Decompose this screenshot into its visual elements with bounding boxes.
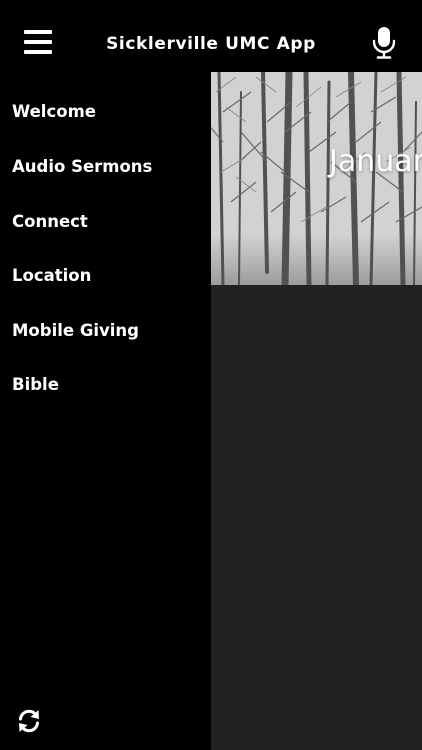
nav-item-mobile-giving[interactable]: Mobile Giving xyxy=(12,321,139,340)
refresh-icon[interactable] xyxy=(16,708,42,734)
app-title: Sicklerville UMC App xyxy=(106,34,316,54)
microphone-icon[interactable] xyxy=(372,26,396,60)
nav-item-audio-sermons[interactable]: Audio Sermons xyxy=(12,157,152,176)
hero-banner[interactable]: January xyxy=(211,72,422,285)
nav-item-connect[interactable]: Connect xyxy=(12,212,88,231)
main-content: January xyxy=(211,72,422,750)
nav-item-bible[interactable]: Bible xyxy=(12,375,59,394)
top-bar: Sicklerville UMC App xyxy=(0,0,422,72)
hero-title: January xyxy=(329,144,422,179)
side-drawer: Welcome Audio Sermons Connect Location M… xyxy=(0,72,211,750)
nav-item-welcome[interactable]: Welcome xyxy=(12,102,96,121)
nav-item-location[interactable]: Location xyxy=(12,266,91,285)
app-screen: Sicklerville UMC App Januar Welcome Audi… xyxy=(0,0,422,750)
